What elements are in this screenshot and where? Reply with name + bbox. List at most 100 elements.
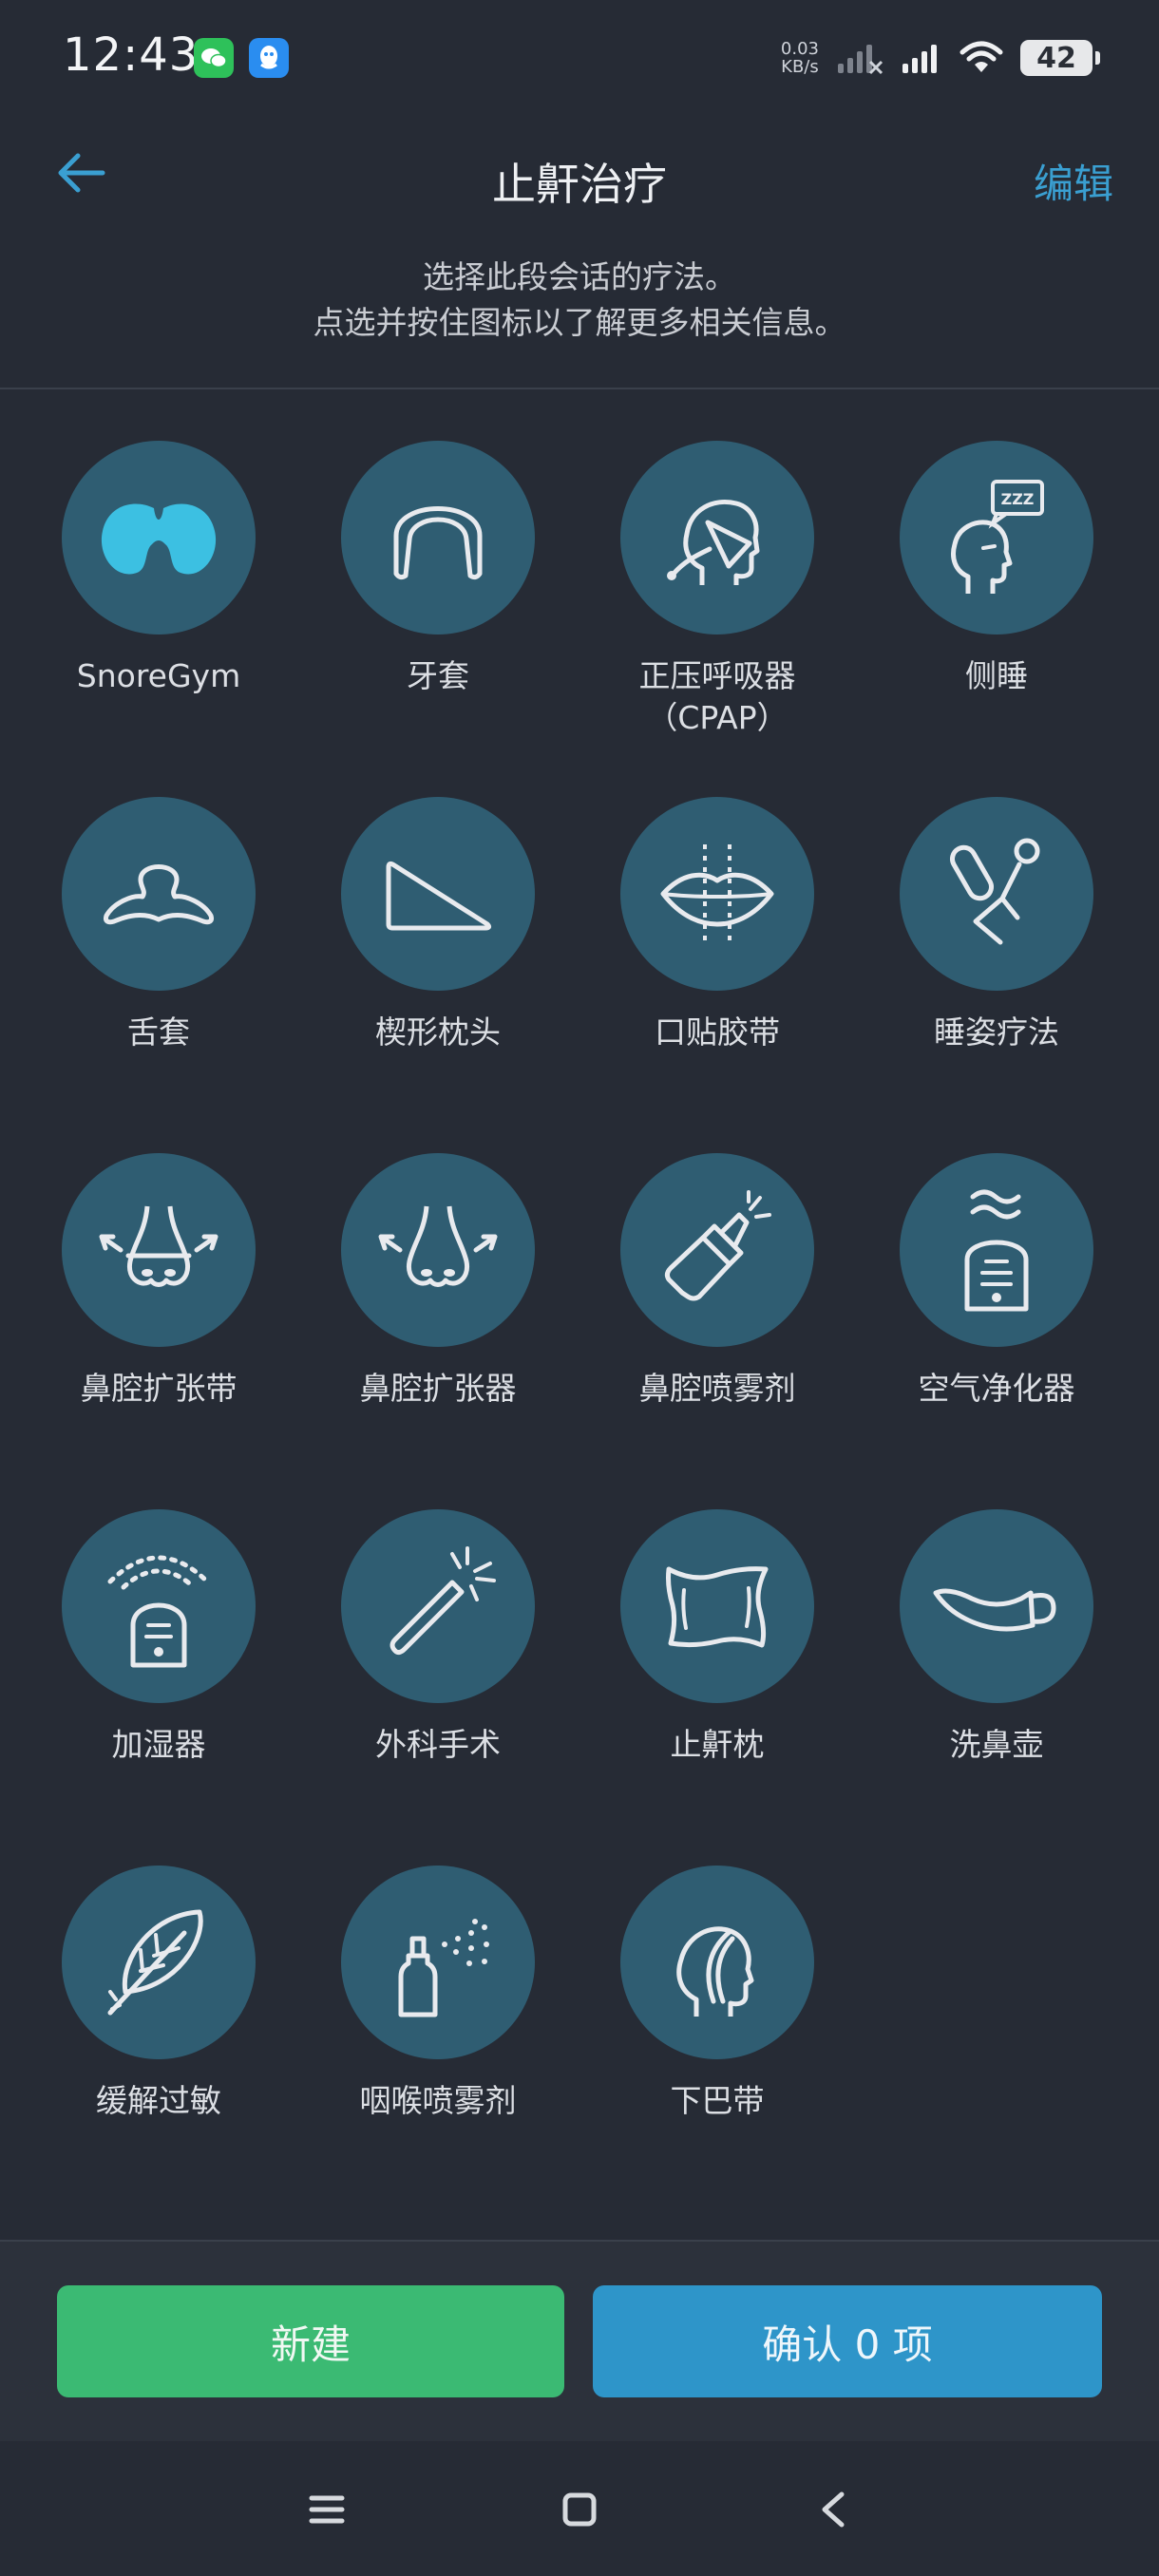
chevron-left-icon: [822, 2491, 845, 2528]
therapy-label: 舌套: [127, 1013, 190, 1051]
therapy-item-wedge-pillow[interactable]: 楔形枕头: [298, 797, 578, 1053]
therapy-circle[interactable]: [900, 1153, 1093, 1347]
neti-pot-icon: [933, 1588, 1056, 1632]
chin-strap-icon: [676, 1926, 754, 2017]
surgery-icon: [390, 1546, 496, 1656]
qq-icon: [249, 38, 289, 78]
therapy-item-surgery[interactable]: 外科手术: [298, 1509, 578, 1766]
subtitle-line-1: 选择此段会话的疗法。: [423, 258, 736, 295]
therapy-label: 正压呼吸器 （CPAP）: [638, 657, 796, 736]
tongue-device-icon: [104, 864, 214, 925]
therapy-item-allergy-relief[interactable]: 缓解过敏: [19, 1866, 298, 2122]
wifi-icon: [960, 41, 1003, 72]
side-sleep-icon: ZZZ: [951, 480, 1044, 594]
allergy-relief-icon: [107, 1909, 203, 2016]
therapy-label: 下巴带: [670, 2082, 765, 2119]
therapy-item-nasal-dilator[interactable]: 鼻腔扩张器: [298, 1153, 578, 1410]
new-button[interactable]: 新建: [57, 2285, 564, 2397]
therapy-circle[interactable]: [620, 797, 814, 991]
menu-button[interactable]: [298, 2481, 355, 2538]
network-speed-value: 0.03: [780, 39, 819, 59]
wedge-pillow-icon: [386, 861, 492, 931]
therapy-item-anti-snore-pillow[interactable]: 止鼾枕: [578, 1509, 857, 1766]
anti-snore-pillow-icon: [666, 1566, 769, 1648]
status-icons: 0.03 KB/s 42: [781, 34, 1100, 82]
therapy-item-humidifier[interactable]: 加湿器: [19, 1509, 298, 1766]
therapy-circle[interactable]: [341, 441, 535, 635]
snoregym-icon: [101, 503, 217, 575]
status-time: 12:43: [63, 28, 200, 82]
therapy-label: 洗鼻壶: [949, 1726, 1044, 1763]
network-speed: 0.03 KB/s: [781, 40, 819, 76]
nasal-dilator-icon: [378, 1205, 498, 1287]
signal-weak-icon: [838, 45, 884, 75]
therapy-label: 止鼾枕: [670, 1726, 765, 1763]
cpap-icon: [667, 500, 760, 585]
air-purifier-icon: [964, 1189, 1029, 1312]
status-bar: 12:43 0.03 KB/s 42: [0, 0, 1159, 114]
mouth-tape-icon: [660, 844, 774, 943]
therapy-label: 楔形枕头: [375, 1013, 501, 1051]
therapy-item-tongue-device[interactable]: 舌套: [19, 797, 298, 1053]
therapy-circle[interactable]: ZZZ: [900, 441, 1093, 635]
therapy-circle[interactable]: [62, 797, 256, 991]
nasal-strip-icon: [99, 1205, 218, 1287]
back-nav-button[interactable]: [804, 2481, 861, 2538]
therapy-circle[interactable]: [620, 441, 814, 635]
battery-level: 42: [1036, 41, 1076, 75]
therapy-item-mouthguard[interactable]: 牙套: [298, 441, 578, 697]
edit-button[interactable]: 编辑: [1034, 152, 1113, 210]
therapy-label: 外科手术: [375, 1726, 501, 1763]
therapy-circle[interactable]: [62, 1509, 256, 1703]
home-button[interactable]: [551, 2481, 608, 2538]
therapy-item-snoregym[interactable]: SnoreGym: [19, 441, 298, 697]
subtitle-line-2: 点选并按住图标以了解更多相关信息。: [313, 304, 846, 341]
therapy-item-side-sleep[interactable]: ZZZ 侧睡: [857, 441, 1136, 697]
therapy-circle[interactable]: [341, 1866, 535, 2059]
therapy-item-cpap[interactable]: 正压呼吸器 （CPAP）: [578, 441, 857, 739]
therapy-circle[interactable]: [620, 1866, 814, 2059]
therapy-item-air-purifier[interactable]: 空气净化器: [857, 1153, 1136, 1410]
confirm-button[interactable]: 确认 0 项: [593, 2285, 1102, 2397]
therapy-circle[interactable]: [62, 441, 256, 635]
therapy-label: SnoreGym: [76, 657, 241, 694]
throat-spray-icon: [398, 1919, 489, 2017]
therapy-item-throat-spray[interactable]: 咽喉喷雾剂: [298, 1866, 578, 2122]
positional-therapy-icon: [950, 838, 1040, 945]
therapy-circle[interactable]: [62, 1866, 256, 2059]
therapy-label: 睡姿疗法: [934, 1013, 1059, 1051]
mouthguard-icon: [393, 506, 483, 580]
therapy-label: 缓解过敏: [96, 2082, 221, 2119]
therapy-item-positional-therapy[interactable]: 睡姿疗法: [857, 797, 1136, 1053]
home-icon: [562, 2492, 597, 2527]
therapy-label: 加湿器: [111, 1726, 206, 1763]
therapy-label: 鼻腔扩张器: [359, 1370, 517, 1407]
header-divider: [0, 388, 1159, 389]
humidifier-icon: [107, 1555, 210, 1668]
therapy-item-nasal-strip[interactable]: 鼻腔扩张带: [19, 1153, 298, 1410]
therapy-item-nasal-spray[interactable]: 鼻腔喷雾剂: [578, 1153, 857, 1410]
therapy-item-chin-strap[interactable]: 下巴带: [578, 1866, 857, 2122]
therapy-circle[interactable]: [341, 797, 535, 991]
network-speed-unit: KB/s: [781, 57, 819, 77]
therapy-circle[interactable]: [900, 797, 1093, 991]
therapy-circle[interactable]: [620, 1153, 814, 1347]
therapy-label: 空气净化器: [918, 1370, 1075, 1407]
therapy-circle[interactable]: [62, 1153, 256, 1347]
page-title: 止鼾治疗: [492, 159, 667, 210]
therapy-label: 咽喉喷雾剂: [359, 2082, 517, 2119]
therapy-label: 鼻腔扩张带: [80, 1370, 238, 1407]
menu-icon: [309, 2495, 345, 2524]
svg-text:ZZZ: ZZZ: [1001, 490, 1035, 508]
battery-icon: 42: [1020, 40, 1100, 76]
therapy-circle[interactable]: [341, 1509, 535, 1703]
therapy-label: 侧睡: [965, 657, 1028, 694]
therapy-item-mouth-tape[interactable]: 口贴胶带: [578, 797, 857, 1053]
therapy-circle[interactable]: [620, 1509, 814, 1703]
therapy-label: 牙套: [407, 657, 469, 694]
wechat-icon: [194, 38, 234, 78]
therapy-label: 口贴胶带: [655, 1013, 780, 1051]
therapy-circle[interactable]: [900, 1509, 1093, 1703]
therapy-circle[interactable]: [341, 1153, 535, 1347]
therapy-item-neti-pot[interactable]: 洗鼻壶: [857, 1509, 1136, 1766]
